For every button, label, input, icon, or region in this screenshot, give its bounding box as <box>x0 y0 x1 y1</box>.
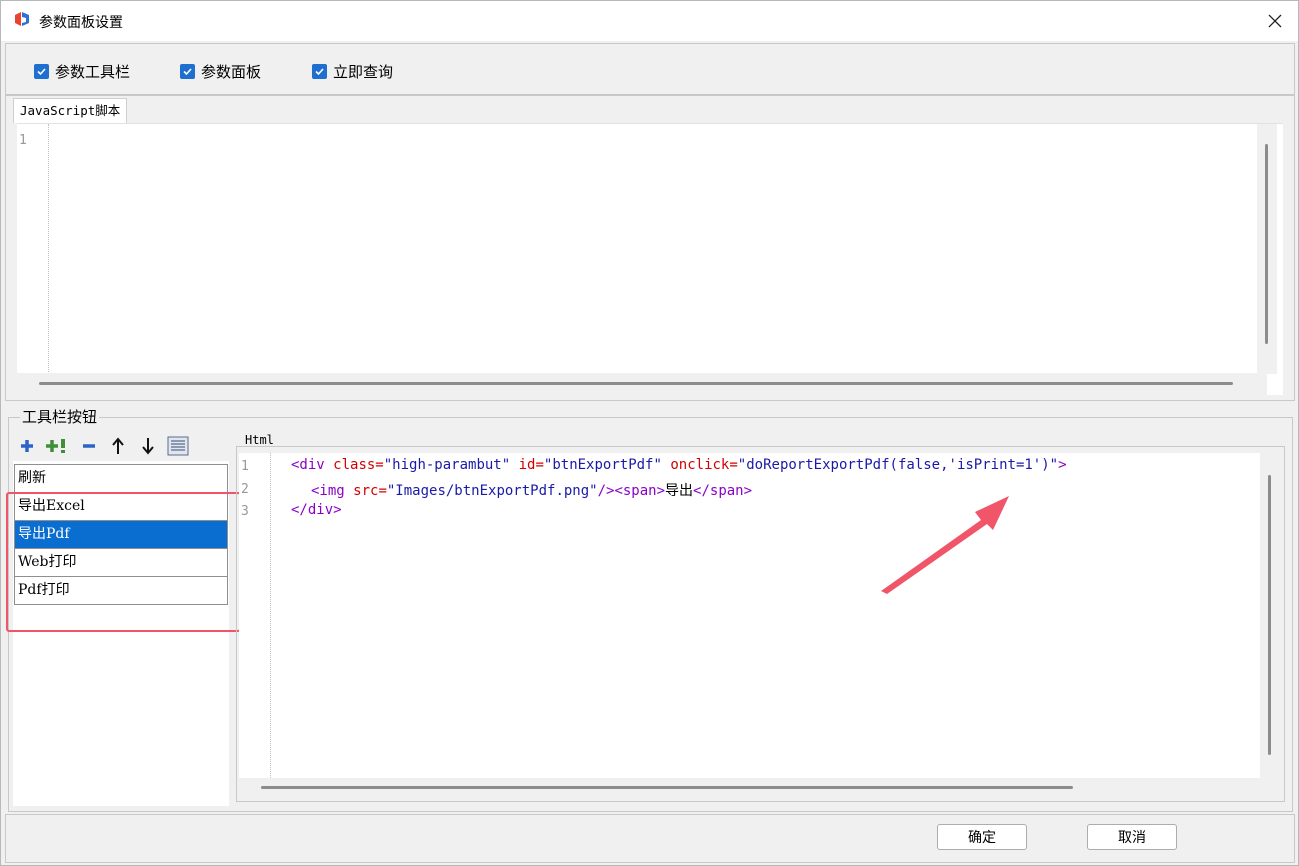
app-logo-icon <box>13 11 31 29</box>
title-bar: 参数面板设置 <box>1 1 1298 41</box>
add-special-icon[interactable] <box>45 435 69 457</box>
code-line-2: <img src="Images/btnExportPdf.png"/><spa… <box>311 483 753 499</box>
horizontal-scrollbar[interactable] <box>239 778 1260 798</box>
line-number: 2 <box>241 482 249 497</box>
ok-button[interactable]: 确定 <box>937 824 1027 850</box>
tab-javascript[interactable]: JavaScript脚本 <box>13 98 128 123</box>
dialog-window: 参数面板设置 参数工具栏 参数面板 立即查询 JavaScript脚本 1 工具… <box>0 0 1299 866</box>
close-icon <box>1268 14 1282 28</box>
list-icon[interactable] <box>166 435 190 457</box>
options-bar: 参数工具栏 参数面板 立即查询 <box>5 43 1295 95</box>
option-instant-query[interactable]: 立即查询 <box>312 61 393 82</box>
checkbox-checked[interactable] <box>312 64 327 79</box>
code-line-3: </div> <box>291 502 342 518</box>
list-toolbar <box>13 431 229 461</box>
line-gutter: 1 <box>17 124 49 374</box>
remove-icon[interactable] <box>77 435 101 457</box>
button-list-panel: 刷新 导出Excel 导出Pdf Web打印 Pdf打印 <box>13 431 229 806</box>
option-label: 参数面板 <box>201 63 262 81</box>
vertical-scrollbar[interactable] <box>1257 124 1277 374</box>
vertical-scrollbar[interactable] <box>1261 453 1279 778</box>
horizontal-scrollbar[interactable] <box>17 373 1267 395</box>
html-label: Html <box>245 433 274 447</box>
cancel-button[interactable]: 取消 <box>1087 824 1177 850</box>
checkbox-checked[interactable] <box>34 64 49 79</box>
option-label: 参数工具栏 <box>55 63 131 81</box>
close-button[interactable] <box>1252 1 1298 41</box>
scrollbar-thumb[interactable] <box>261 786 1073 789</box>
scrollbar-thumb[interactable] <box>1265 144 1268 344</box>
option-param-panel[interactable]: 参数面板 <box>180 61 261 82</box>
list-item[interactable]: Web打印 <box>14 548 228 577</box>
move-down-icon[interactable] <box>136 435 160 457</box>
html-code-editor[interactable]: 1 2 3 <div class="high-parambut" id="btn… <box>239 453 1260 778</box>
code-line-1: <div class="high-parambut" id="btnExport… <box>291 457 1067 473</box>
scrollbar-thumb[interactable] <box>39 382 1233 385</box>
line-number: 1 <box>19 133 27 148</box>
line-number: 1 <box>241 459 249 474</box>
option-param-toolbar[interactable]: 参数工具栏 <box>34 61 130 82</box>
list-item-selected[interactable]: 导出Pdf <box>14 520 228 549</box>
scrollbar-thumb[interactable] <box>1268 475 1271 755</box>
option-label: 立即查询 <box>333 63 394 81</box>
line-gutter: 1 2 3 <box>239 453 271 778</box>
js-section: JavaScript脚本 1 <box>5 95 1295 401</box>
toolbar-button-list: 刷新 导出Excel 导出Pdf Web打印 Pdf打印 <box>14 464 228 605</box>
js-code-editor[interactable]: 1 <box>17 123 1283 395</box>
line-number: 3 <box>241 504 249 519</box>
add-icon[interactable] <box>15 435 39 457</box>
move-up-icon[interactable] <box>106 435 130 457</box>
list-item[interactable]: 导出Excel <box>14 492 228 521</box>
list-item[interactable]: Pdf打印 <box>14 576 228 605</box>
group-title: 工具栏按钮 <box>20 406 100 427</box>
checkbox-checked[interactable] <box>180 64 195 79</box>
window-title: 参数面板设置 <box>39 15 123 31</box>
list-item[interactable]: 刷新 <box>14 464 228 493</box>
